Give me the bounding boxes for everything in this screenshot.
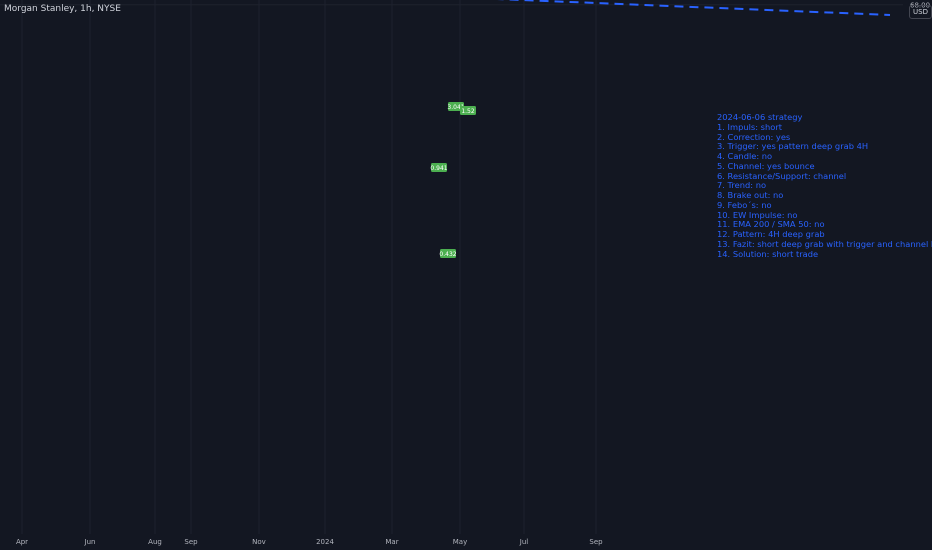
pattern-ratio-label: 1.52 bbox=[461, 108, 475, 115]
price-chart[interactable]: XABCD0.9410.4323.0411.52 68.0070.0072.00… bbox=[0, 0, 932, 550]
channel-lines bbox=[497, 0, 891, 16]
x-tick-label: Jun bbox=[84, 538, 96, 546]
strategy-note-line: 14. Solution: short trade bbox=[717, 248, 819, 259]
strategy-notes: 2024-06-06 strategy 1. Impuls: short 2. Co… bbox=[717, 112, 932, 259]
pattern-ratio-label: 0.432 bbox=[439, 251, 456, 258]
x-tick-label: Apr bbox=[16, 538, 28, 546]
chart-title: Morgan Stanley, 1h, NYSE bbox=[4, 4, 121, 14]
x-tick-label: Jul bbox=[519, 538, 529, 546]
channel-lower-line bbox=[497, 0, 891, 16]
x-tick-label: May bbox=[453, 538, 467, 546]
pattern-ratio-label: 0.941 bbox=[430, 165, 447, 172]
x-tick-label: Nov bbox=[252, 538, 266, 546]
time-axis[interactable]: Apr Jun Aug Sep Nov 2024 Mar May Jul Sep bbox=[16, 538, 603, 546]
x-tick-label: 2024 bbox=[316, 538, 334, 546]
x-tick-label: Sep bbox=[184, 538, 198, 546]
x-tick-label: Sep bbox=[589, 538, 603, 546]
currency-button[interactable]: USD bbox=[909, 5, 932, 19]
harmonic-pattern: XABCD0.9410.4323.0411.52 bbox=[430, 102, 476, 258]
grid-lines bbox=[0, 0, 903, 534]
x-tick-label: Aug bbox=[148, 538, 162, 546]
x-tick-label: Mar bbox=[385, 538, 398, 546]
